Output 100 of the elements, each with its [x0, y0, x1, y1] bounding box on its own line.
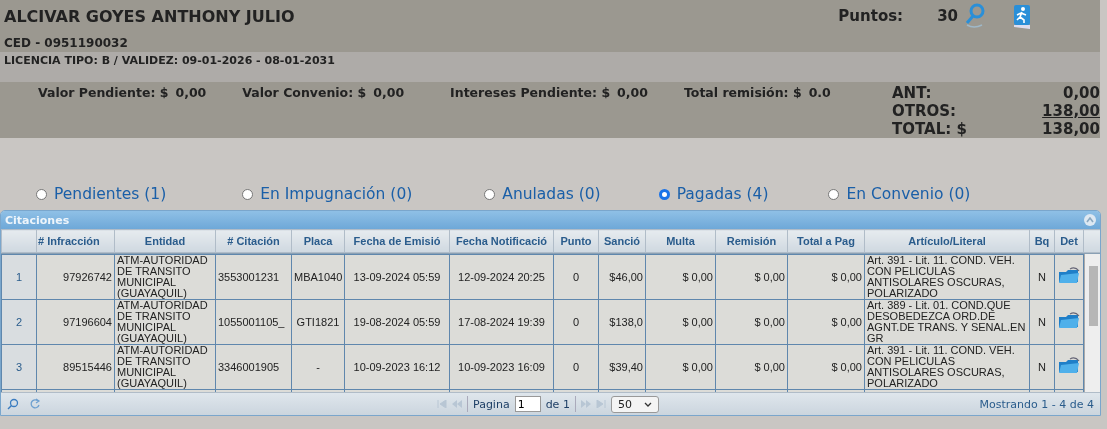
filter-label[interactable]: Anuladas (0) [502, 185, 601, 203]
radio-button[interactable] [658, 188, 670, 200]
summary-label: Total remisión: $ [683, 85, 802, 101]
summary-value: 0,00 [373, 85, 405, 101]
total-label: ANT: [892, 84, 932, 102]
total-label: TOTAL: $ [892, 120, 967, 138]
summary-value: 0,00 [617, 85, 648, 101]
table-cell: 97196604 [36, 299, 115, 345]
column-header[interactable]: Placa [291, 229, 345, 253]
radio-button[interactable] [484, 188, 496, 200]
page-size-select[interactable]: 50 [610, 395, 659, 413]
table-cell: $ 0,00 [715, 299, 788, 345]
page-input[interactable]: 1 [514, 396, 541, 412]
table-cell: $ 0,00 [715, 344, 788, 390]
table-cell: $ 0,00 [787, 299, 865, 345]
column-header[interactable]: Entidad [114, 229, 216, 253]
radio-button[interactable] [828, 188, 840, 200]
search-icon[interactable] [964, 3, 986, 29]
summary-label: Intereses Pendiente: $ [450, 85, 611, 101]
collapse-button[interactable] [1084, 214, 1096, 226]
table-cell: 89515446 [36, 344, 115, 390]
points-label: Puntos: [838, 7, 904, 25]
total-value: 0,00 [1063, 84, 1100, 102]
table-cell: $ 0,00 [787, 254, 865, 300]
exit-icon[interactable] [1012, 3, 1032, 29]
row-number: 3 [1, 344, 37, 390]
radio-button[interactable] [36, 188, 47, 200]
summary-label: Valor Convenio: $ [242, 85, 367, 101]
table-cell: $ 0,00 [645, 254, 716, 300]
table-cell: N [1029, 299, 1055, 345]
table-cell: 19-08-2024 05:59 [344, 299, 450, 345]
folder-icon[interactable] [1058, 267, 1080, 285]
scrollbar-thumb[interactable] [1089, 266, 1098, 326]
column-header[interactable]: Fecha de Emisió [344, 229, 450, 253]
table-cell: 17-08-2024 19:39 [449, 299, 554, 345]
table-cell: 3553001231 [215, 254, 292, 300]
table-cell: $ 0,00 [645, 299, 716, 345]
table-cell: 10-09-2023 16:12 [344, 344, 450, 390]
table-cell: 0 [553, 344, 599, 390]
grid-title: Citaciones [5, 213, 70, 227]
table-cell: 1055001105_ [215, 299, 292, 345]
table-cell: 13-09-2024 05:59 [344, 254, 450, 300]
points-value: 30 [937, 7, 958, 25]
record-count: Mostrando 1 - 4 de 4 [979, 397, 1094, 411]
column-header[interactable]: Total a Pag [787, 229, 865, 253]
table-cell: ATM-AUTORIDAD DE TRANSITO MUNICIPAL (GUAYAQUIL) [114, 299, 216, 345]
column-header[interactable]: Remisión [715, 229, 788, 253]
column-header[interactable]: Det [1054, 229, 1084, 253]
column-header [1, 229, 37, 253]
filter-label[interactable]: En Convenio (0) [846, 185, 971, 203]
person-name: ALCIVAR GOYES ANTHONY JULIO [4, 6, 296, 26]
folder-icon[interactable] [1058, 312, 1080, 330]
table-cell: - [291, 344, 345, 390]
caret-icon[interactable] [643, 401, 652, 407]
table-cell: 97926742 [36, 254, 115, 300]
table-cell: Art. 391 - Lit. 11. COND. VEH. CON PELICULAS ANTISOLARES OSCURAS, POLARIZADO [864, 254, 1030, 300]
table-cell: $46,00 [598, 254, 646, 300]
table-cell: $ 0,00 [715, 254, 788, 300]
table-cell: $138,0 [598, 299, 646, 345]
folder-icon[interactable] [1058, 357, 1080, 375]
table-cell: $ 0,00 [787, 344, 865, 390]
table-cell: 10-09-2023 16:09 [449, 344, 554, 390]
column-header[interactable]: Punto [553, 229, 599, 253]
total-link[interactable]: 138,00 [1042, 102, 1100, 120]
table-cell: 12-09-2024 20:25 [449, 254, 554, 300]
page-label: Pagina [473, 397, 510, 411]
id-number: CED - 0951190032 [4, 36, 129, 50]
table-cell: MBA1040 [291, 254, 345, 300]
table-cell: N [1029, 344, 1055, 390]
filter-label[interactable]: Pagadas (4) [676, 185, 769, 203]
summary-value: 0.0 [808, 85, 831, 101]
page-count: de 1 [545, 397, 570, 411]
column-header[interactable]: Sanció [598, 229, 646, 253]
search-icon[interactable] [7, 398, 19, 410]
column-header[interactable]: # Infracción [36, 229, 115, 253]
refresh-icon[interactable] [29, 398, 41, 410]
table-cell: $ 0,00 [645, 344, 716, 390]
column-header[interactable]: # Citación [215, 229, 292, 253]
column-header[interactable]: Multa [645, 229, 716, 253]
table-cell: N [1029, 254, 1055, 300]
filter-label[interactable]: Pendientes (1) [54, 185, 167, 203]
table-cell: 0 [553, 254, 599, 300]
column-header[interactable]: Artículo/Literal [864, 229, 1030, 253]
table-cell: ATM-AUTORIDAD DE TRANSITO MUNICIPAL (GUAYAQUIL) [114, 344, 216, 390]
radio-button[interactable] [242, 188, 254, 200]
table-cell: Art. 389 - Lit. 01. COND.QUE DESOBEDEZCA ORD.DE AGNT.DE TRANS. Y SENAL.EN GR [864, 299, 1030, 345]
table-cell: GTI1821 [291, 299, 345, 345]
summary-label: Valor Pendiente: $ [38, 85, 169, 101]
scrollbar[interactable] [1084, 254, 1100, 392]
filter-label[interactable]: En Impugnación (0) [260, 185, 413, 203]
total-label: OTROS: [892, 102, 957, 120]
table-cell: ATM-AUTORIDAD DE TRANSITO MUNICIPAL (GUAYAQUIL) [114, 254, 216, 300]
license-info: LICENCIA TIPO: B / VALIDEZ: 09-01-2026 - 08-01-2031 [0, 52, 1100, 82]
column-header[interactable]: Bq [1029, 229, 1055, 253]
column-header[interactable]: Fecha Notificació [449, 229, 554, 253]
row-number: 2 [1, 299, 37, 345]
table-cell: $39,40 [598, 344, 646, 390]
total-value: 138,00 [1042, 120, 1100, 138]
table-cell: 3346001905 [215, 344, 292, 390]
table-cell: Art. 391 - Lit. 11. COND. VEH. CON PELICULAS ANTISOLARES OSCURAS, POLARIZADO [864, 344, 1030, 390]
